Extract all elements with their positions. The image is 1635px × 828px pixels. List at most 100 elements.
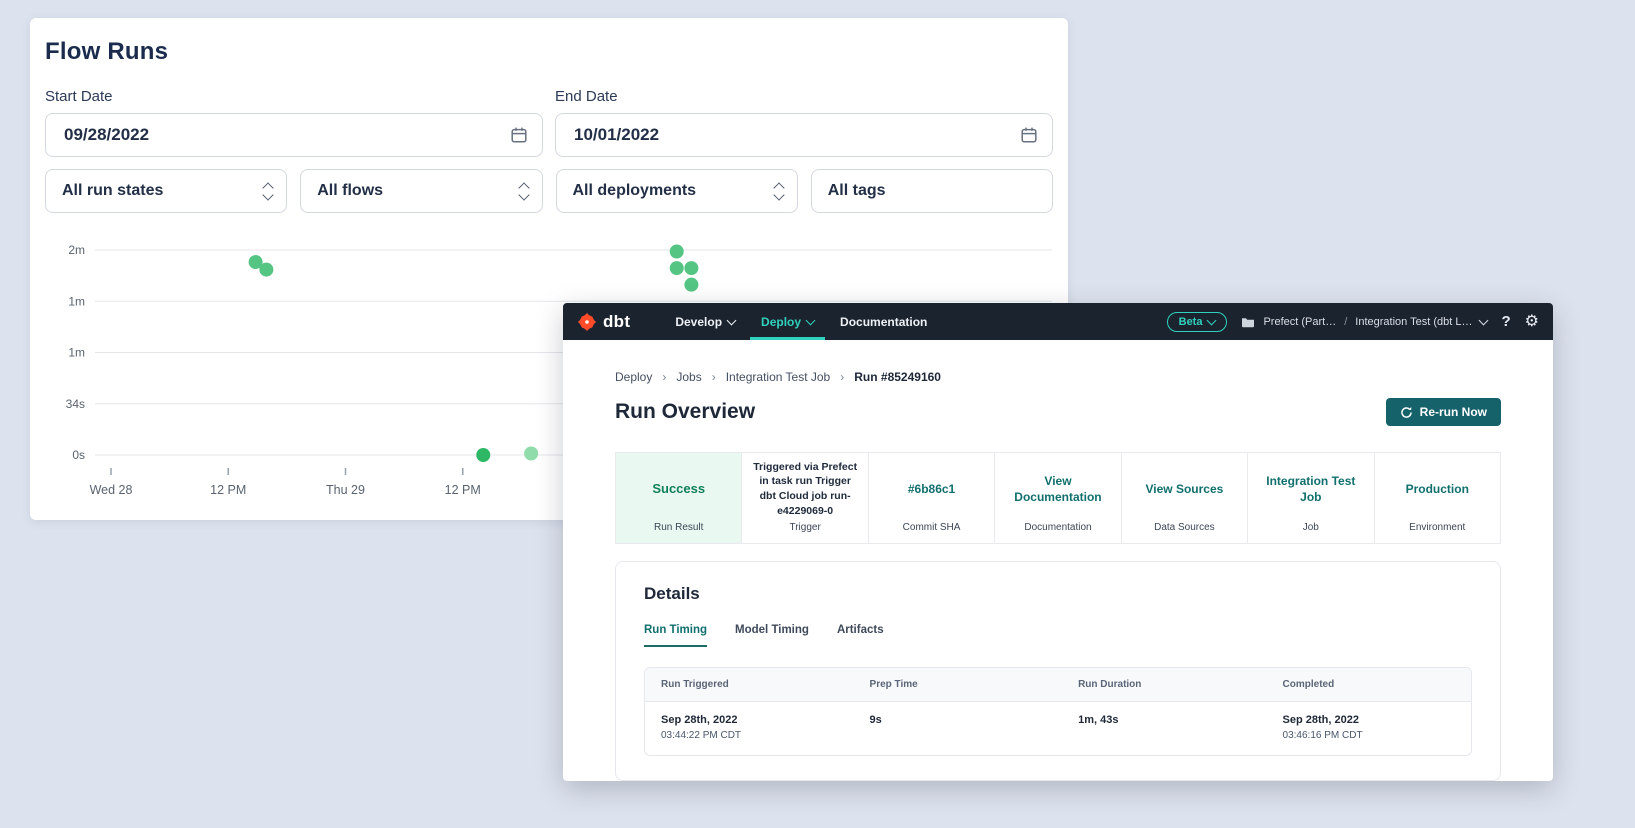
- run-result-label: Run Result: [616, 522, 741, 533]
- select-stepper-icon: [520, 184, 528, 199]
- end-date-input[interactable]: 10/01/2022: [555, 113, 1053, 157]
- dbt-top-nav: dbt Develop Deploy Documentation Beta: [563, 303, 1553, 340]
- tags-value: All tags: [828, 182, 1038, 200]
- breadcrumb: Deploy › Jobs › Integration Test Job › R…: [615, 370, 1501, 384]
- help-icon[interactable]: ?: [1501, 313, 1510, 330]
- flow-run-point[interactable]: [524, 446, 538, 460]
- data-sources-card: View Sources Data Sources: [1122, 453, 1248, 543]
- rerun-now-label: Re-run Now: [1420, 405, 1487, 419]
- header-prep-time: Prep Time: [854, 668, 1063, 701]
- beta-label: Beta: [1179, 316, 1203, 328]
- flow-run-point[interactable]: [684, 261, 698, 275]
- flow-run-point[interactable]: [670, 245, 684, 259]
- cell-run-duration: 1m, 43s: [1062, 702, 1266, 755]
- x-axis-tick-label: 12 PM: [445, 483, 481, 497]
- cell-run-triggered: Sep 28th, 2022 03:44:22 PM CDT: [645, 702, 854, 755]
- run-states-value: All run states: [62, 182, 264, 200]
- end-date-label: End Date: [555, 88, 1053, 105]
- breadcrumb-job-name[interactable]: Integration Test Job: [726, 370, 831, 384]
- chevron-down-icon: [806, 315, 816, 325]
- details-section: Details Run Timing Model Timing Artifact…: [615, 561, 1501, 781]
- beta-badge[interactable]: Beta: [1167, 312, 1228, 332]
- run-result-card: Success Run Result: [616, 453, 742, 543]
- trigger-card: Triggered via Prefect in task run Trigge…: [742, 453, 868, 543]
- flows-value: All flows: [317, 182, 519, 200]
- flow-runs-title: Flow Runs: [45, 38, 1053, 66]
- commit-sha-label: Commit SHA: [869, 522, 994, 533]
- chevron-down-icon: [727, 315, 737, 325]
- y-axis-tick-label: 2m: [68, 243, 85, 257]
- flow-run-point[interactable]: [259, 263, 273, 277]
- dbt-brand-text: dbt: [603, 312, 630, 332]
- breadcrumb-separator-icon: ›: [662, 370, 666, 384]
- y-axis-tick-label: 34s: [66, 397, 85, 411]
- completed-time: 03:46:16 PM CDT: [1283, 730, 1455, 741]
- header-run-duration: Run Duration: [1062, 668, 1266, 701]
- nav-documentation[interactable]: Documentation: [829, 303, 938, 340]
- flow-run-point[interactable]: [670, 261, 684, 275]
- run-duration-value: 1m, 43s: [1078, 714, 1250, 726]
- table-row: Sep 28th, 2022 03:44:22 PM CDT 9s 1m, 43…: [645, 702, 1471, 755]
- x-axis-tick-label: Wed 28: [90, 483, 133, 497]
- tab-model-timing[interactable]: Model Timing: [735, 624, 809, 647]
- prep-time-value: 9s: [870, 714, 1047, 726]
- y-axis-tick-label: 0s: [72, 448, 85, 462]
- run-timing-table: Run Triggered Prep Time Run Duration Com…: [644, 667, 1472, 756]
- gear-icon[interactable]: ⚙: [1525, 314, 1539, 330]
- dbt-logo[interactable]: dbt: [577, 303, 630, 340]
- flow-run-point[interactable]: [684, 278, 698, 292]
- documentation-card: View Documentation Documentation: [995, 453, 1121, 543]
- environment-card: Production Environment: [1375, 453, 1500, 543]
- commit-sha-link[interactable]: #6b86c1: [908, 481, 955, 497]
- view-documentation-link[interactable]: View Documentation: [1004, 473, 1111, 505]
- breadcrumb-separator-icon: ›: [712, 370, 716, 384]
- nav-deploy-label: Deploy: [761, 315, 801, 329]
- rerun-now-button[interactable]: Re-run Now: [1386, 398, 1501, 426]
- select-stepper-icon: [264, 184, 272, 199]
- refresh-icon: [1400, 406, 1413, 419]
- job-link[interactable]: Integration Test Job: [1257, 473, 1364, 505]
- breadcrumb-deploy[interactable]: Deploy: [615, 370, 652, 384]
- tab-run-timing[interactable]: Run Timing: [644, 624, 707, 647]
- breadcrumb-run-id: Run #85249160: [854, 370, 941, 384]
- flows-select[interactable]: All flows: [300, 169, 542, 213]
- details-title: Details: [644, 584, 1472, 604]
- cell-completed: Sep 28th, 2022 03:46:16 PM CDT: [1267, 702, 1471, 755]
- environment-link[interactable]: Production: [1406, 481, 1469, 497]
- flow-run-point[interactable]: [476, 448, 490, 462]
- trigger-value: Triggered via Prefect in task run Trigge…: [751, 460, 858, 519]
- select-stepper-icon: [775, 184, 783, 199]
- run-triggered-time: 03:44:22 PM CDT: [661, 730, 838, 741]
- nav-develop-label: Develop: [675, 315, 722, 329]
- view-sources-link[interactable]: View Sources: [1145, 481, 1223, 497]
- project-switcher[interactable]: Prefect (Part… / Integration Test (dbt L…: [1241, 316, 1487, 328]
- documentation-label: Documentation: [995, 522, 1120, 533]
- y-axis-tick-label: 1m: [68, 294, 85, 308]
- nav-deploy[interactable]: Deploy: [750, 303, 825, 340]
- tab-artifacts[interactable]: Artifacts: [837, 624, 884, 647]
- end-date-value: 10/01/2022: [574, 125, 1020, 145]
- run-summary-cards: Success Run Result Triggered via Prefect…: [615, 452, 1501, 544]
- data-sources-label: Data Sources: [1122, 522, 1247, 533]
- run-result-value: Success: [652, 480, 705, 498]
- calendar-icon[interactable]: [510, 126, 528, 144]
- chevron-down-icon: [1207, 315, 1217, 325]
- y-axis-tick-label: 1m: [68, 346, 85, 360]
- dbt-cloud-window: dbt Develop Deploy Documentation Beta: [563, 303, 1553, 781]
- run-states-select[interactable]: All run states: [45, 169, 287, 213]
- details-tabs: Run Timing Model Timing Artifacts: [644, 624, 1472, 647]
- cell-prep-time: 9s: [854, 702, 1063, 755]
- breadcrumb-jobs[interactable]: Jobs: [676, 370, 701, 384]
- deployments-value: All deployments: [573, 182, 775, 200]
- completed-date: Sep 28th, 2022: [1283, 714, 1455, 726]
- table-header-row: Run Triggered Prep Time Run Duration Com…: [645, 668, 1471, 702]
- nav-develop[interactable]: Develop: [664, 303, 746, 340]
- project-name: Prefect (Part…: [1263, 316, 1336, 328]
- start-date-input[interactable]: 09/28/2022: [45, 113, 543, 157]
- trigger-label: Trigger: [742, 522, 867, 533]
- deployments-select[interactable]: All deployments: [556, 169, 798, 213]
- header-completed: Completed: [1267, 668, 1471, 701]
- desktop: Flow Runs Start Date 09/28/2022: [0, 0, 1635, 828]
- calendar-icon[interactable]: [1020, 126, 1038, 144]
- tags-select[interactable]: All tags: [811, 169, 1053, 213]
